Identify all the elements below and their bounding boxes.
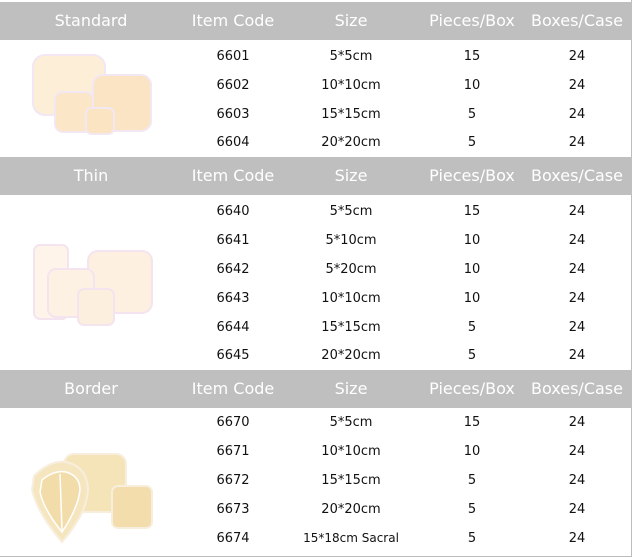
column-pieces-per-box: Pieces/Box [429, 379, 515, 398]
table-row: 6604 20*20cm 5 24 [0, 128, 632, 157]
item-code: 6640 [216, 204, 250, 219]
boxes: 24 [568, 348, 586, 363]
boxes: 24 [568, 135, 586, 150]
section-border: Border Item Code Size Pieces/Box Boxes/C… [0, 370, 632, 556]
table-row: 6645 20*20cm 5 24 [0, 341, 632, 370]
section-name: Border [64, 379, 118, 398]
size: 20*20cm [321, 348, 381, 363]
column-boxes-per-case: Boxes/Case [531, 11, 623, 30]
table-row: 6602 10*10cm 10 24 [0, 71, 632, 100]
size: 15*15cm [321, 107, 381, 122]
pieces: 5 [467, 135, 477, 150]
pieces: 5 [467, 531, 477, 546]
section-standard: Standard Item Code Size Pieces/Box Boxes… [0, 2, 632, 155]
pieces: 10 [463, 233, 481, 248]
size: 10*10cm [321, 444, 381, 459]
item-code: 6642 [216, 262, 250, 277]
boxes: 24 [568, 233, 586, 248]
column-item-code: Item Code [191, 379, 275, 398]
table-row: 6670 5*5cm 15 24 [0, 408, 632, 437]
pieces: 5 [467, 502, 477, 517]
column-item-code: Item Code [191, 11, 275, 30]
item-code: 6645 [216, 348, 250, 363]
boxes: 24 [568, 262, 586, 277]
item-code: 6671 [216, 444, 250, 459]
pieces: 15 [463, 49, 481, 64]
table-row: 6672 15*15cm 5 24 [0, 466, 632, 495]
boxes: 24 [568, 502, 586, 517]
item-code: 6670 [216, 415, 250, 430]
boxes: 24 [568, 415, 586, 430]
table-row: 6674 15*18cm Sacral 5 24 [0, 524, 632, 553]
item-code: 6644 [216, 320, 250, 335]
size: 20*20cm [321, 135, 381, 150]
column-size: Size [334, 166, 368, 185]
size: 15*15cm [321, 320, 381, 335]
item-code: 6603 [216, 107, 250, 122]
section-name: Standard [54, 11, 128, 30]
boxes: 24 [568, 444, 586, 459]
boxes: 24 [568, 107, 586, 122]
boxes: 24 [568, 473, 586, 488]
column-pieces-per-box: Pieces/Box [429, 11, 515, 30]
pieces: 10 [463, 291, 481, 306]
product-table: Standard Item Code Size Pieces/Box Boxes… [0, 0, 632, 557]
size: 5*10cm [325, 233, 377, 248]
size: 20*20cm [321, 502, 381, 517]
item-code: 6673 [216, 502, 250, 517]
table-row: 6640 5*5cm 15 24 [0, 197, 632, 226]
section-header: Thin Item Code Size Pieces/Box Boxes/Cas… [0, 157, 632, 195]
table-row: 6673 20*20cm 5 24 [0, 495, 632, 524]
column-size: Size [334, 11, 368, 30]
pieces: 5 [467, 107, 477, 122]
item-code: 6674 [216, 531, 250, 546]
table-row: 6671 10*10cm 10 24 [0, 437, 632, 466]
section-name: Thin [73, 166, 109, 185]
pieces: 10 [463, 444, 481, 459]
boxes: 24 [568, 531, 586, 546]
pieces: 10 [463, 78, 481, 93]
pieces: 5 [467, 320, 477, 335]
column-size: Size [334, 379, 368, 398]
size: 15*18cm Sacral [303, 531, 399, 545]
pieces: 5 [467, 348, 477, 363]
pieces: 15 [463, 415, 481, 430]
pieces: 15 [463, 204, 481, 219]
size: 10*10cm [321, 78, 381, 93]
item-code: 6672 [216, 473, 250, 488]
pieces: 5 [467, 473, 477, 488]
item-code: 6601 [216, 49, 250, 64]
boxes: 24 [568, 291, 586, 306]
table-row: 6642 5*20cm 10 24 [0, 255, 632, 284]
boxes: 24 [568, 320, 586, 335]
size: 10*10cm [321, 291, 381, 306]
item-code: 6641 [216, 233, 250, 248]
size: 5*5cm [329, 204, 373, 219]
section-thin: Thin Item Code Size Pieces/Box Boxes/Cas… [0, 157, 632, 367]
column-boxes-per-case: Boxes/Case [531, 379, 623, 398]
size: 5*5cm [329, 49, 373, 64]
column-pieces-per-box: Pieces/Box [429, 166, 515, 185]
table-row: 6643 10*10cm 10 24 [0, 284, 632, 313]
boxes: 24 [568, 78, 586, 93]
size: 5*5cm [329, 415, 373, 430]
column-item-code: Item Code [191, 166, 275, 185]
size: 15*15cm [321, 473, 381, 488]
table-row: 6603 15*15cm 5 24 [0, 100, 632, 129]
boxes: 24 [568, 49, 586, 64]
column-boxes-per-case: Boxes/Case [531, 166, 623, 185]
table-row: 6644 15*15cm 5 24 [0, 313, 632, 342]
table-row: 6601 5*5cm 15 24 [0, 42, 632, 71]
item-code: 6602 [216, 78, 250, 93]
size: 5*20cm [325, 262, 377, 277]
pieces: 10 [463, 262, 481, 277]
section-header: Border Item Code Size Pieces/Box Boxes/C… [0, 370, 632, 408]
table-row: 6641 5*10cm 10 24 [0, 226, 632, 255]
item-code: 6643 [216, 291, 250, 306]
boxes: 24 [568, 204, 586, 219]
item-code: 6604 [216, 135, 250, 150]
section-header: Standard Item Code Size Pieces/Box Boxes… [0, 2, 632, 40]
